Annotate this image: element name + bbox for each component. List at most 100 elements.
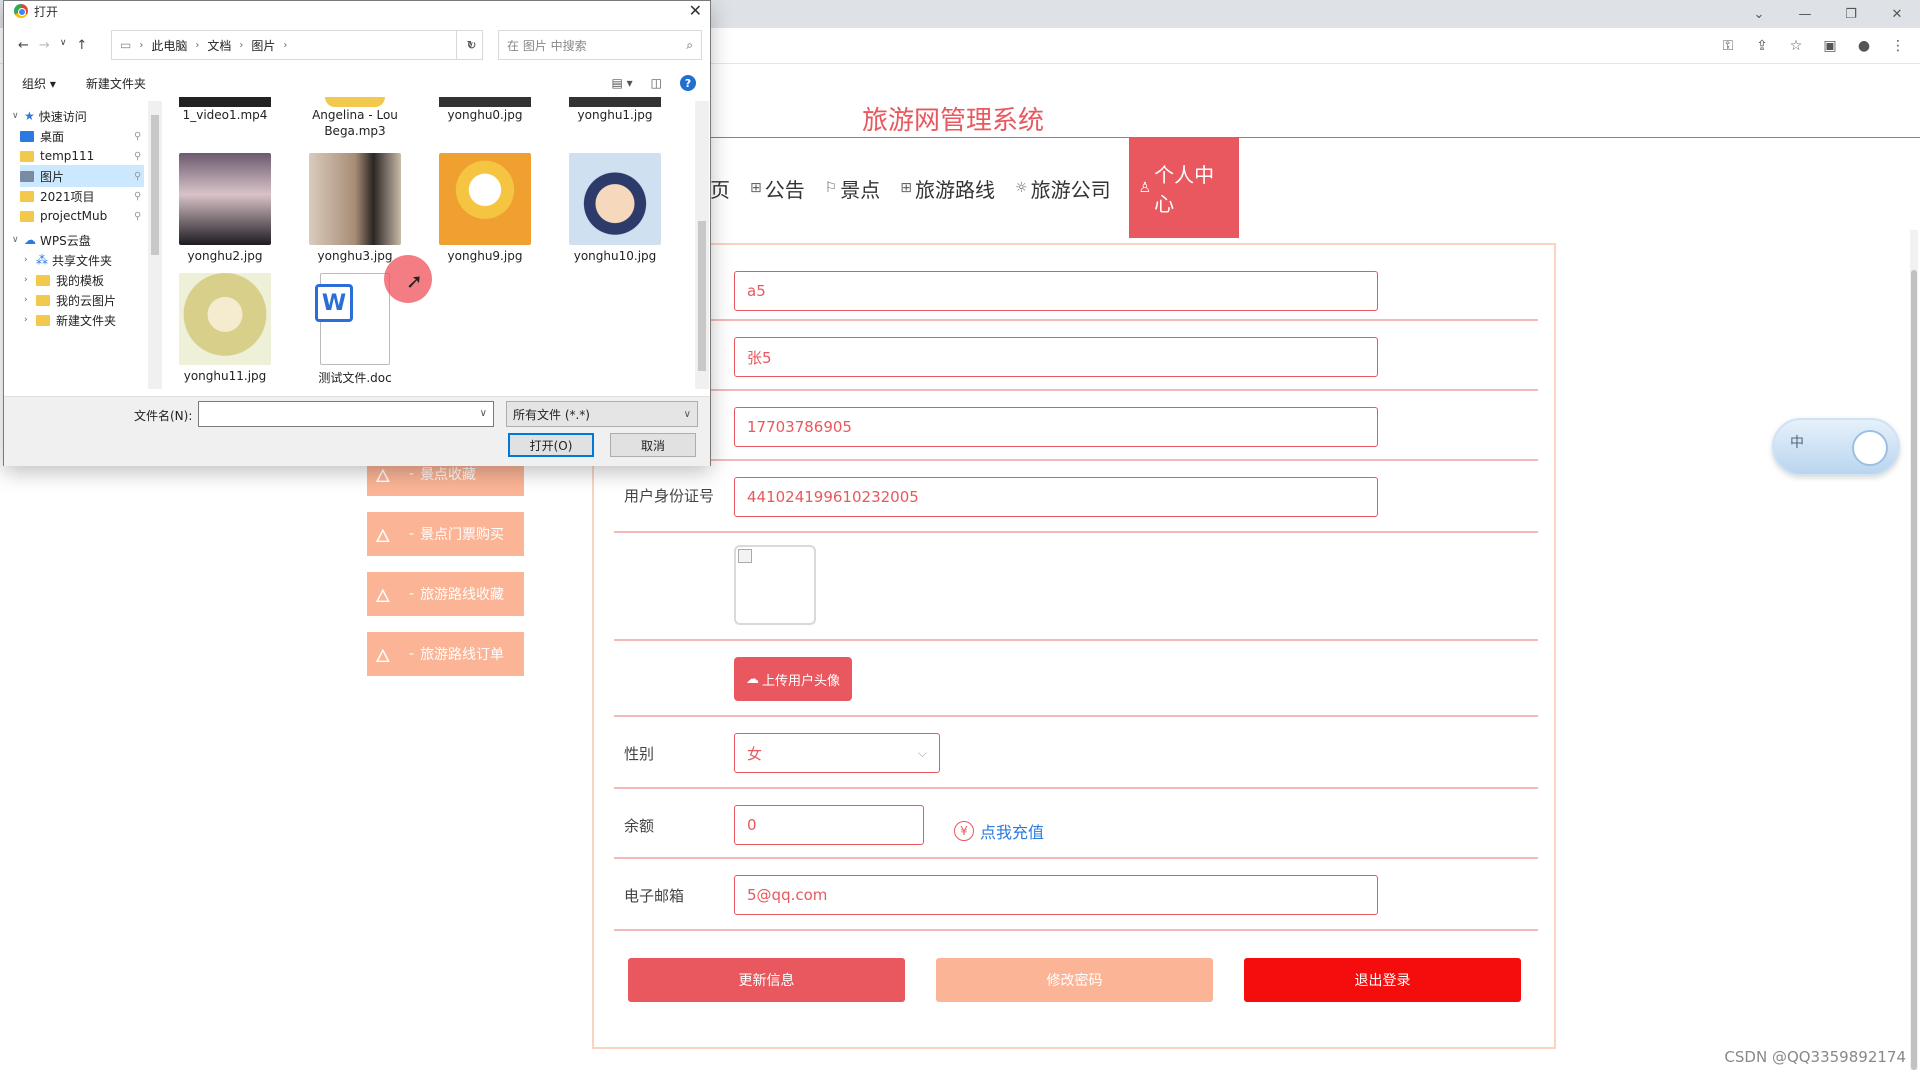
- file-grid-scrollbar[interactable]: [695, 101, 709, 389]
- nav-spots[interactable]: ⚐ 景点: [815, 138, 891, 238]
- file-item-yonghu1[interactable]: yonghu1.jpg: [556, 97, 674, 123]
- upload-avatar-button[interactable]: ☁ 上传用户头像: [734, 657, 852, 701]
- address-bar[interactable]: ▭ › 此电脑 › 文档 › 图片 › ∨: [111, 30, 483, 60]
- profile-icon[interactable]: ●: [1854, 36, 1874, 56]
- search-icon: ⌕: [686, 37, 693, 52]
- chevron-down-icon[interactable]: ∨: [60, 38, 67, 53]
- mouse-cursor-icon: ➚: [406, 269, 423, 293]
- help-icon[interactable]: ?: [680, 75, 696, 91]
- tree-quick-access[interactable]: ∨ ★ 快速访问: [4, 105, 87, 127]
- close-icon[interactable]: ✕: [1874, 0, 1920, 28]
- file-item-yonghu2[interactable]: yonghu2.jpg: [166, 153, 284, 263]
- key-icon[interactable]: ⚿: [1718, 36, 1738, 56]
- back-arrow-icon[interactable]: ←: [18, 38, 29, 53]
- sidebar-route-orders[interactable]: 🜂 - 旅游路线订单: [367, 632, 524, 676]
- star-icon: ★: [24, 109, 35, 123]
- change-password-button[interactable]: 修改密码: [936, 958, 1213, 1002]
- sidebar-ticket-purchase[interactable]: 🜂 - 景点门票购买: [367, 512, 524, 556]
- menu-icon[interactable]: ⋮: [1888, 36, 1908, 56]
- breadcrumb-this-pc[interactable]: 此电脑: [151, 37, 187, 54]
- form-row-name: 张5: [614, 321, 1538, 391]
- id-number-field[interactable]: 441024199610232005: [734, 477, 1378, 517]
- nav-personal-center[interactable]: ♙ 个人中心: [1128, 138, 1239, 238]
- tree-new-folder[interactable]: › 新建文件夹: [16, 309, 116, 331]
- balance-field[interactable]: 0: [734, 805, 924, 845]
- sidebar-label: 旅游路线收藏: [420, 587, 505, 603]
- up-arrow-icon[interactable]: ↑: [76, 38, 87, 53]
- chevron-down-icon[interactable]: ∨: [480, 408, 487, 419]
- forward-arrow-icon[interactable]: →: [39, 38, 50, 53]
- folder-icon: [36, 294, 50, 306]
- ime-floating-widget[interactable]: 中: [1772, 418, 1900, 476]
- tree-projectmub[interactable]: projectMub ⚲: [20, 205, 141, 227]
- share-icon[interactable]: ⇪: [1752, 36, 1772, 56]
- file-name: yonghu0.jpg: [447, 108, 523, 122]
- tree-my-cloud-pictures[interactable]: › 我的云图片: [16, 289, 116, 311]
- form-row-email: 电子邮箱 5@qq.com: [614, 859, 1538, 931]
- tree-my-templates[interactable]: › 我的模板: [16, 269, 104, 291]
- file-item-video[interactable]: 1_video1.mp4: [166, 97, 284, 123]
- view-options-icon[interactable]: ▤ ▾: [611, 76, 632, 90]
- open-button[interactable]: 打开(O): [508, 433, 594, 457]
- pictures-folder-icon: [20, 170, 34, 182]
- window-controls: ⌄ — ❐ ✕: [1736, 0, 1920, 28]
- tree-scrollbar[interactable]: [148, 101, 162, 389]
- dialog-titlebar: 打开 ✕: [4, 1, 710, 21]
- update-info-button[interactable]: 更新信息: [628, 958, 905, 1002]
- tree-temp111[interactable]: temp111 ⚲: [20, 145, 141, 167]
- file-item-yonghu3[interactable]: yonghu3.jpg: [296, 153, 414, 263]
- logout-button[interactable]: 退出登录: [1244, 958, 1521, 1002]
- organize-menu[interactable]: 组织 ▾: [22, 75, 56, 92]
- new-folder-button[interactable]: 新建文件夹: [86, 75, 146, 92]
- file-item-yonghu0[interactable]: yonghu0.jpg: [426, 97, 544, 123]
- sidepanel-icon[interactable]: ▣: [1820, 36, 1840, 56]
- pin-icon: ⚲: [134, 210, 142, 222]
- chevron-down-icon: ⌵: [917, 745, 927, 760]
- phone-field[interactable]: 17703786905: [734, 407, 1378, 447]
- email-field[interactable]: 5@qq.com: [734, 875, 1378, 915]
- filename-input[interactable]: ∨: [198, 401, 494, 427]
- recharge-label: 点我充值: [980, 823, 1045, 842]
- scrollbar-thumb[interactable]: [698, 221, 706, 371]
- desktop-icon: [20, 130, 34, 142]
- star-icon[interactable]: ☆: [1786, 36, 1806, 56]
- file-item-yonghu10[interactable]: yonghu10.jpg: [556, 153, 674, 263]
- tree-wps-cloud[interactable]: ∨ ☁ WPS云盘: [4, 229, 91, 251]
- file-item-yonghu11[interactable]: yonghu11.jpg: [166, 273, 284, 383]
- refresh-icon[interactable]: ↻: [456, 30, 486, 60]
- nav-company[interactable]: ☼ 旅游公司: [1005, 138, 1121, 238]
- restore-icon[interactable]: ❐: [1828, 0, 1874, 28]
- nav-routes[interactable]: ⊞ 旅游路线: [890, 138, 1005, 238]
- sidebar-route-favorites[interactable]: 🜂 - 旅游路线收藏: [367, 572, 524, 616]
- folder-icon: [20, 210, 34, 222]
- cancel-button[interactable]: 取消: [610, 433, 696, 457]
- file-name: yonghu1.jpg: [577, 108, 653, 122]
- file-item-yonghu9[interactable]: yonghu9.jpg: [426, 153, 544, 263]
- tree-shared-folder[interactable]: › ⁂ 共享文件夹: [16, 249, 112, 271]
- page-scrollbar[interactable]: [1910, 230, 1918, 1070]
- gender-select[interactable]: 女 ⌵: [734, 733, 940, 773]
- preview-pane-icon[interactable]: ◫: [651, 76, 662, 90]
- scrollbar-thumb[interactable]: [1911, 270, 1917, 1070]
- name-field[interactable]: 张5: [734, 337, 1378, 377]
- chevron-down-icon[interactable]: ⌄: [1736, 0, 1782, 28]
- breadcrumb-pictures[interactable]: 图片: [251, 37, 275, 54]
- tree-desktop[interactable]: 桌面 ⚲: [20, 125, 141, 147]
- filetype-select[interactable]: 所有文件 (*.*) ∨: [506, 401, 698, 427]
- close-icon[interactable]: ✕: [689, 1, 702, 20]
- folder-icon: [36, 274, 50, 286]
- id-label: 用户身份证号: [624, 487, 715, 505]
- nav-notice[interactable]: ⊞ 公告: [740, 138, 815, 238]
- breadcrumb-documents[interactable]: 文档: [207, 37, 231, 54]
- recharge-link[interactable]: ¥ 点我充值: [954, 819, 1044, 843]
- search-input[interactable]: 在 图片 中搜索 ⌕: [498, 30, 702, 60]
- image-thumbnail: [309, 153, 401, 245]
- account-field[interactable]: a5: [734, 271, 1378, 311]
- minimize-icon[interactable]: —: [1782, 0, 1828, 28]
- flag-icon: ⚐: [824, 180, 838, 196]
- tree-2021-projects[interactable]: 2021项目 ⚲: [20, 185, 141, 207]
- scrollbar-thumb[interactable]: [151, 115, 159, 255]
- folder-icon: [20, 190, 34, 202]
- file-item-mp3[interactable]: Angelina - Lou Bega.mp3: [296, 97, 414, 139]
- tree-pictures[interactable]: 图片 ⚲: [20, 165, 144, 187]
